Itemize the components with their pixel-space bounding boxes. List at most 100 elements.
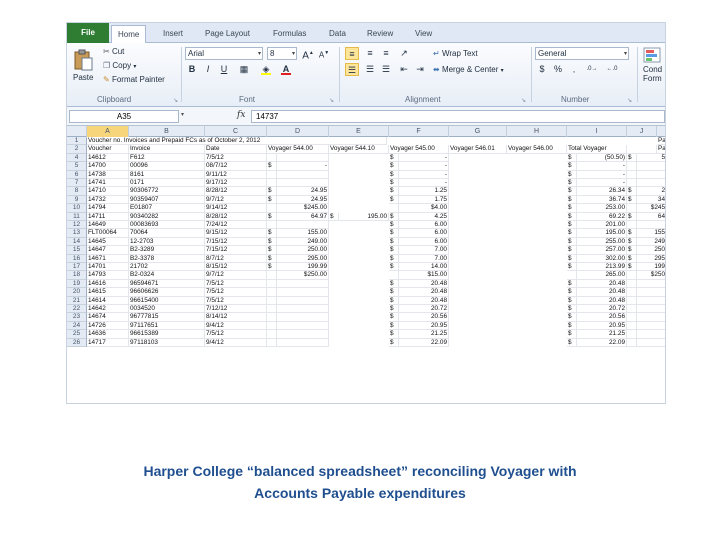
table-cell[interactable]: - bbox=[277, 162, 329, 171]
table-cell[interactable] bbox=[267, 279, 277, 289]
table-cell[interactable]: $ bbox=[329, 212, 339, 221]
table-cell[interactable]: $ bbox=[267, 237, 277, 247]
table-cell[interactable]: 24.95 bbox=[277, 187, 329, 196]
table-cell[interactable]: 8/28/12 bbox=[205, 187, 267, 196]
tab-file[interactable]: File bbox=[67, 23, 109, 43]
table-cell[interactable]: F612 bbox=[129, 153, 205, 163]
tab-home[interactable]: Home bbox=[111, 25, 147, 44]
table-cell[interactable]: 90340282 bbox=[129, 212, 205, 221]
font-name-combo[interactable]: Arial ▾ bbox=[185, 47, 263, 60]
table-cell[interactable]: $ bbox=[267, 263, 277, 272]
align-bottom-icon[interactable]: ≡ bbox=[379, 47, 393, 60]
row-number[interactable]: 26 bbox=[67, 338, 87, 347]
table-cell[interactable]: 26.34 bbox=[575, 187, 627, 196]
table-cell[interactable]: 14793 bbox=[87, 271, 129, 280]
table-cell[interactable]: 14710 bbox=[87, 187, 129, 196]
table-cell[interactable]: 6.00 bbox=[399, 221, 449, 230]
table-cell[interactable]: 20.72 bbox=[399, 305, 449, 314]
font-size-combo[interactable]: 8 ▾ bbox=[267, 47, 297, 60]
table-cell[interactable]: Voyager 545.00 bbox=[389, 145, 449, 154]
table-cell[interactable] bbox=[635, 330, 665, 339]
table-cell[interactable]: 9/7/12 bbox=[205, 195, 267, 205]
table-cell[interactable]: 21.25 bbox=[399, 330, 449, 339]
table-cell[interactable]: 2 bbox=[635, 187, 665, 196]
table-cell[interactable]: B2-3289 bbox=[129, 246, 205, 255]
percent-icon[interactable]: % bbox=[551, 63, 565, 76]
table-cell[interactable]: 7/5/12 bbox=[205, 153, 267, 163]
table-cell[interactable]: Voucher no. Invoices and Prepaid FCs as … bbox=[87, 137, 387, 146]
fill-color-icon[interactable]: ◈ bbox=[259, 63, 273, 76]
table-cell[interactable] bbox=[635, 288, 665, 297]
table-cell[interactable]: 8161 bbox=[129, 170, 205, 179]
row-number[interactable]: 7 bbox=[67, 179, 87, 188]
table-cell[interactable] bbox=[267, 338, 277, 347]
table-cell[interactable]: 96615400 bbox=[129, 296, 205, 305]
table-cell[interactable]: 9/14/12 bbox=[205, 204, 267, 213]
table-cell[interactable] bbox=[277, 321, 329, 331]
table-cell[interactable]: $245.00 bbox=[277, 204, 329, 213]
table-cell[interactable]: 24.95 bbox=[277, 195, 329, 205]
table-cell[interactable] bbox=[267, 330, 277, 339]
cut-button[interactable]: ✂ Cut bbox=[103, 47, 124, 56]
clipboard-launcher-icon[interactable]: ↘ bbox=[173, 97, 178, 104]
table-cell[interactable]: 22.09 bbox=[575, 338, 627, 347]
table-cell[interactable]: 253.00 bbox=[575, 204, 627, 213]
table-cell[interactable]: $ bbox=[389, 313, 399, 322]
table-cell[interactable]: Voyager 544.10 bbox=[329, 145, 389, 154]
table-cell[interactable]: $ bbox=[389, 212, 399, 221]
table-cell[interactable]: B2-0324 bbox=[129, 271, 205, 280]
table-cell[interactable] bbox=[635, 179, 665, 188]
table-cell[interactable]: 195.00 bbox=[339, 212, 389, 221]
table-cell[interactable]: $ bbox=[389, 170, 399, 179]
table-cell[interactable]: 14649 bbox=[87, 221, 129, 230]
table-cell[interactable]: $ bbox=[389, 153, 399, 163]
table-cell[interactable] bbox=[635, 305, 665, 314]
table-cell[interactable]: $250 bbox=[635, 271, 665, 280]
table-cell[interactable] bbox=[267, 271, 277, 280]
table-cell[interactable]: 14615 bbox=[87, 288, 129, 297]
formula-input[interactable]: 14737 bbox=[251, 110, 665, 123]
table-cell[interactable]: 302.00 bbox=[575, 254, 627, 263]
table-cell[interactable] bbox=[635, 313, 665, 322]
wrap-text-button[interactable]: ↵ Wrap Text bbox=[433, 49, 478, 58]
table-cell[interactable] bbox=[635, 221, 665, 230]
row-number[interactable]: 16 bbox=[67, 254, 87, 263]
table-cell[interactable]: 14700 bbox=[87, 162, 129, 171]
row-number[interactable]: 2 bbox=[67, 145, 87, 154]
tab-formulas[interactable]: Formulas bbox=[267, 25, 312, 43]
table-cell[interactable]: 199.99 bbox=[277, 263, 329, 272]
table-cell[interactable]: FLT00064 bbox=[87, 229, 129, 238]
table-cell[interactable] bbox=[277, 179, 329, 188]
number-launcher-icon[interactable]: ↘ bbox=[627, 97, 632, 104]
table-cell[interactable] bbox=[267, 288, 277, 297]
table-cell[interactable]: 20.56 bbox=[399, 313, 449, 322]
grow-font-icon[interactable]: A▲ bbox=[301, 47, 315, 61]
column-header-e[interactable]: E bbox=[329, 126, 389, 137]
table-cell[interactable]: 7/12/12 bbox=[205, 305, 267, 314]
table-cell[interactable]: 20.48 bbox=[575, 279, 627, 289]
column-header-k[interactable]: K bbox=[657, 126, 665, 137]
table-cell[interactable]: 96777815 bbox=[129, 313, 205, 322]
number-format-combo[interactable]: General ▾ bbox=[535, 47, 629, 60]
table-cell[interactable]: 155.00 bbox=[277, 229, 329, 238]
shrink-font-icon[interactable]: A▼ bbox=[317, 47, 331, 60]
table-cell[interactable]: 1.75 bbox=[399, 195, 449, 205]
align-middle-icon[interactable]: ≡ bbox=[363, 47, 377, 60]
table-cell[interactable]: - bbox=[399, 162, 449, 171]
table-cell[interactable]: $ bbox=[389, 162, 399, 171]
table-cell[interactable]: 14701 bbox=[87, 263, 129, 272]
table-cell[interactable]: 0034520 bbox=[129, 305, 205, 314]
table-cell[interactable] bbox=[635, 297, 665, 305]
table-cell[interactable]: $ bbox=[389, 296, 399, 305]
table-cell[interactable]: 00096 bbox=[129, 162, 205, 171]
row-number[interactable]: 6 bbox=[67, 170, 87, 179]
table-cell[interactable]: 14647 bbox=[87, 246, 129, 255]
table-cell[interactable]: 7/15/12 bbox=[205, 237, 267, 247]
merge-center-button[interactable]: ⬌ Merge & Center ▾ bbox=[433, 65, 504, 74]
table-cell[interactable]: 14732 bbox=[87, 195, 129, 205]
table-cell[interactable]: 96606626 bbox=[129, 288, 205, 297]
table-cell[interactable]: 7/5/12 bbox=[205, 296, 267, 305]
table-cell[interactable]: Paid 544.00 bbox=[657, 145, 665, 154]
table-cell[interactable]: 155 bbox=[635, 229, 665, 238]
table-cell[interactable]: 14674 bbox=[87, 313, 129, 322]
